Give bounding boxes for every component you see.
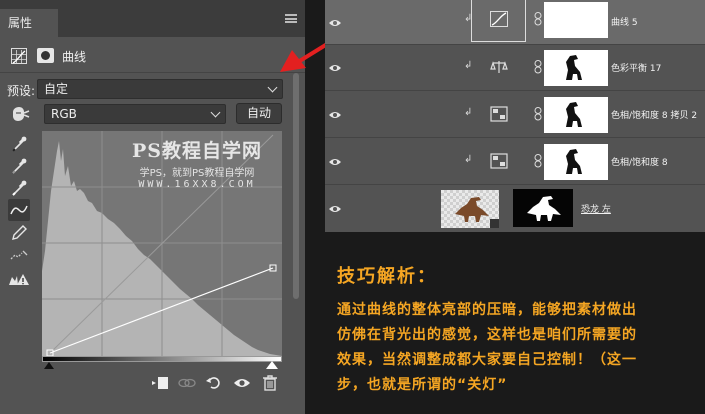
preset-select[interactable]: 自定: [37, 79, 283, 99]
layer-name: 色彩平衡 17: [611, 64, 662, 74]
on-image-adjust-icon[interactable]: [9, 104, 31, 124]
curves-graph[interactable]: [42, 131, 282, 356]
layers-panel: ↲ 曲线 5 ↲ 色彩平衡 17 ↲ 色相/饱和度 8 拷贝 2 ↲ 色相/饱和…: [325, 0, 705, 232]
properties-panel: 属性 曲线 预设: 自定 RGB 自动 PS教程自学网 学PS，就到PS教程自学…: [0, 0, 305, 414]
pencil-icon[interactable]: [8, 222, 30, 244]
layer-row[interactable]: ↲ 曲线 5: [325, 0, 705, 45]
dinosaur-silhouette-icon: [566, 55, 582, 80]
layer-mask-thumbnail[interactable]: [544, 97, 608, 133]
eye-icon[interactable]: [329, 62, 341, 74]
layer-mask-thumbnail[interactable]: [544, 2, 608, 38]
hue-saturation-icon: [490, 106, 508, 122]
color-balance-icon: [490, 61, 508, 73]
properties-scrollbar[interactable]: [291, 73, 301, 367]
clip-indicator-icon: ↲: [464, 154, 473, 165]
layer-image-thumbnail[interactable]: [441, 190, 499, 228]
clip-indicator-icon: ↲: [464, 60, 473, 71]
layer-mask-icon[interactable]: [37, 48, 54, 63]
tip-heading: 技巧解析：: [337, 266, 437, 287]
layer-name: 曲线 5: [611, 18, 638, 28]
view-previous-icon[interactable]: [176, 372, 198, 394]
channel-select[interactable]: RGB: [44, 104, 226, 124]
layer-mask-thumbnail[interactable]: [513, 189, 573, 227]
chain-link-icon[interactable]: [534, 60, 542, 74]
curve-point-icon[interactable]: [8, 199, 30, 221]
histogram-and-curve: [42, 131, 282, 356]
layer-mask-thumbnail[interactable]: [544, 144, 608, 180]
chain-link-icon[interactable]: [534, 154, 542, 168]
properties-tab[interactable]: 属性: [0, 9, 58, 37]
chain-link-icon[interactable]: [534, 12, 542, 26]
eye-icon[interactable]: [329, 203, 341, 215]
layer-row[interactable]: 恐龙 左: [325, 186, 705, 232]
eye-icon[interactable]: [329, 17, 341, 29]
clip-to-layer-icon[interactable]: [149, 372, 171, 394]
tip-section: 技巧解析： 通过曲线的整体亮部的压暗，能够把素材做出 仿佛在背光出的感觉，这样也…: [337, 262, 697, 398]
layer-row[interactable]: ↲ 色相/饱和度 8: [325, 139, 705, 185]
visibility-icon[interactable]: [231, 372, 253, 394]
layer-name: 色相/饱和度 8 拷贝 2: [611, 111, 698, 121]
divider: [0, 72, 305, 73]
chevron-down-icon: [210, 107, 221, 118]
layer-row[interactable]: ↲ 色相/饱和度 8 拷贝 2: [325, 92, 705, 138]
layer-row[interactable]: ↲ 色彩平衡 17: [325, 45, 705, 91]
input-gradient-bar: [42, 356, 282, 362]
auto-button[interactable]: 自动: [236, 103, 282, 124]
properties-tabbar: 属性: [0, 0, 305, 37]
eye-icon[interactable]: [329, 156, 341, 168]
hue-saturation-icon: [490, 153, 508, 169]
dinosaur-silhouette-icon: [566, 149, 582, 174]
eyedropper-gray-icon[interactable]: [8, 155, 30, 177]
preset-value: 自定: [44, 82, 69, 96]
layer-name: 恐龙 左: [581, 205, 611, 215]
eyedropper-white-icon[interactable]: [8, 177, 30, 199]
reset-icon[interactable]: [203, 372, 225, 394]
clipping-warning-icon[interactable]: [8, 268, 30, 290]
adjustment-header: 曲线: [0, 43, 305, 69]
layer-name: 色相/饱和度 8: [611, 158, 668, 168]
eyedropper-black-icon[interactable]: [8, 133, 30, 155]
scroll-thumb[interactable]: [293, 73, 299, 299]
dinosaur-silhouette-icon: [527, 196, 561, 221]
chain-link-icon[interactable]: [534, 107, 542, 121]
smart-object-icon: [490, 219, 499, 228]
chevron-down-icon: [267, 82, 278, 93]
eye-icon[interactable]: [329, 109, 341, 121]
smooth-icon[interactable]: [8, 245, 30, 267]
layer-mask-thumbnail[interactable]: [544, 50, 608, 86]
channel-value: RGB: [51, 107, 77, 121]
curves-adjustment-icon[interactable]: [11, 48, 27, 64]
clip-indicator-icon: ↲: [464, 107, 473, 118]
properties-footer: [0, 368, 305, 400]
tip-body: 通过曲线的整体亮部的压暗，能够把素材做出 仿佛在背光出的感觉，这样也是咱们所需要…: [337, 302, 637, 393]
curves-icon: [490, 11, 508, 27]
adjustment-title: 曲线: [62, 50, 87, 64]
trash-icon[interactable]: [259, 372, 281, 394]
preset-label: 预设:: [7, 84, 36, 98]
dinosaur-silhouette-icon: [566, 102, 582, 127]
